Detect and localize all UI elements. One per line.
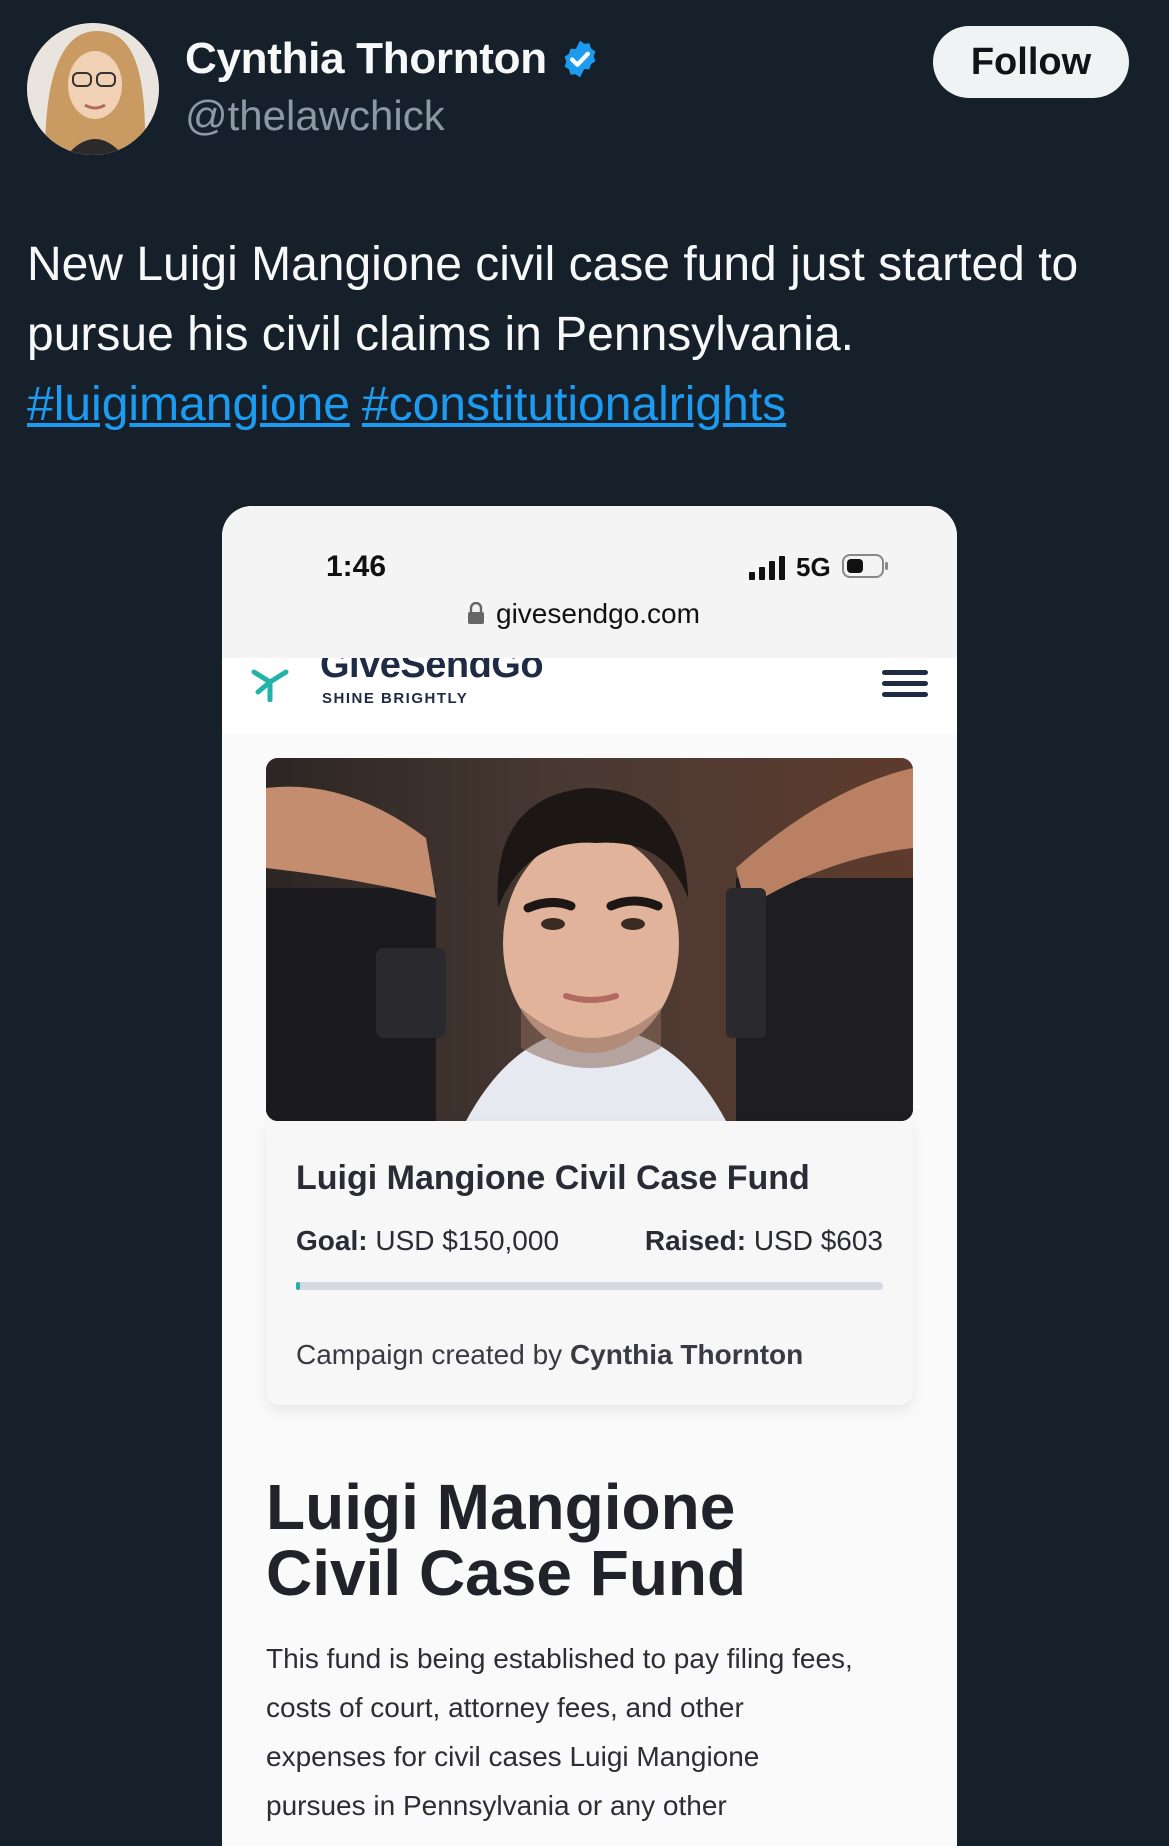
signal-icon: [749, 556, 785, 580]
hashtag-link[interactable]: #luigimangione: [27, 370, 350, 440]
funding-progress-fill: [296, 1282, 300, 1290]
url-text[interactable]: givesendgo.com: [496, 598, 700, 630]
raised-value: USD $603: [753, 1225, 883, 1256]
follow-button[interactable]: Follow: [933, 26, 1129, 98]
avatar[interactable]: [27, 23, 159, 155]
status-time: 1:46: [326, 550, 387, 583]
hashtag-link[interactable]: #constitutionalrights: [362, 370, 786, 440]
site-logo-text[interactable]: GiveSendGo: [320, 658, 544, 687]
givesendgo-logo-icon[interactable]: [250, 662, 290, 702]
site-navbar: GiveSendGo SHINE BRIGHTLY: [222, 658, 957, 734]
creator-prefix: Campaign created by: [296, 1339, 563, 1370]
hamburger-menu-icon[interactable]: [880, 668, 930, 698]
campaign-photo-image: [266, 758, 913, 1121]
campaign-title: Luigi Mangione Civil Case Fund: [266, 1471, 747, 1609]
embedded-screenshot[interactable]: 1:46 5G givesendgo.com GiveSendGo SHINE …: [222, 506, 957, 1846]
verified-badge-icon[interactable]: [559, 38, 601, 80]
campaign-description: This fund is being established to pay fi…: [266, 1643, 853, 1821]
avatar-image: [27, 23, 159, 155]
goal-label: Goal:: [296, 1225, 368, 1256]
site-tagline: SHINE BRIGHTLY: [322, 690, 469, 707]
campaign-card-title[interactable]: Luigi Mangione Civil Case Fund: [296, 1159, 810, 1198]
author-name-row: Cynthia Thornton: [185, 34, 601, 84]
tweet-body: New Luigi Mangione civil case fund just …: [27, 238, 1079, 361]
tweet-header: Cynthia Thornton @thelawchick Follow: [0, 0, 1169, 180]
battery-icon: [842, 554, 888, 578]
author-display-name[interactable]: Cynthia Thornton: [185, 34, 547, 84]
goal-value: USD $150,000: [375, 1225, 560, 1256]
campaign-photo: [266, 758, 913, 1121]
network-indicator: 5G: [796, 552, 831, 582]
author-handle[interactable]: @thelawchick: [185, 92, 445, 140]
hashtag-row: #luigimangione #constitutionalrights: [27, 370, 1157, 440]
campaign-summary-card[interactable]: Luigi Mangione Civil Case Fund Goal: USD…: [266, 1121, 913, 1405]
raised-label: Raised:: [644, 1225, 747, 1256]
campaign-goal: Goal: USD $150,000: [296, 1225, 559, 1257]
campaign-creator: Campaign created by Cynthia Thornton: [296, 1339, 803, 1371]
lock-icon: [468, 602, 484, 624]
tweet-text: New Luigi Mangione civil case fund just …: [27, 230, 1157, 440]
campaign-raised: Raised: USD $603: [645, 1225, 883, 1257]
creator-name[interactable]: Cynthia Thornton: [570, 1339, 803, 1370]
funding-progress-bar: [296, 1282, 883, 1290]
